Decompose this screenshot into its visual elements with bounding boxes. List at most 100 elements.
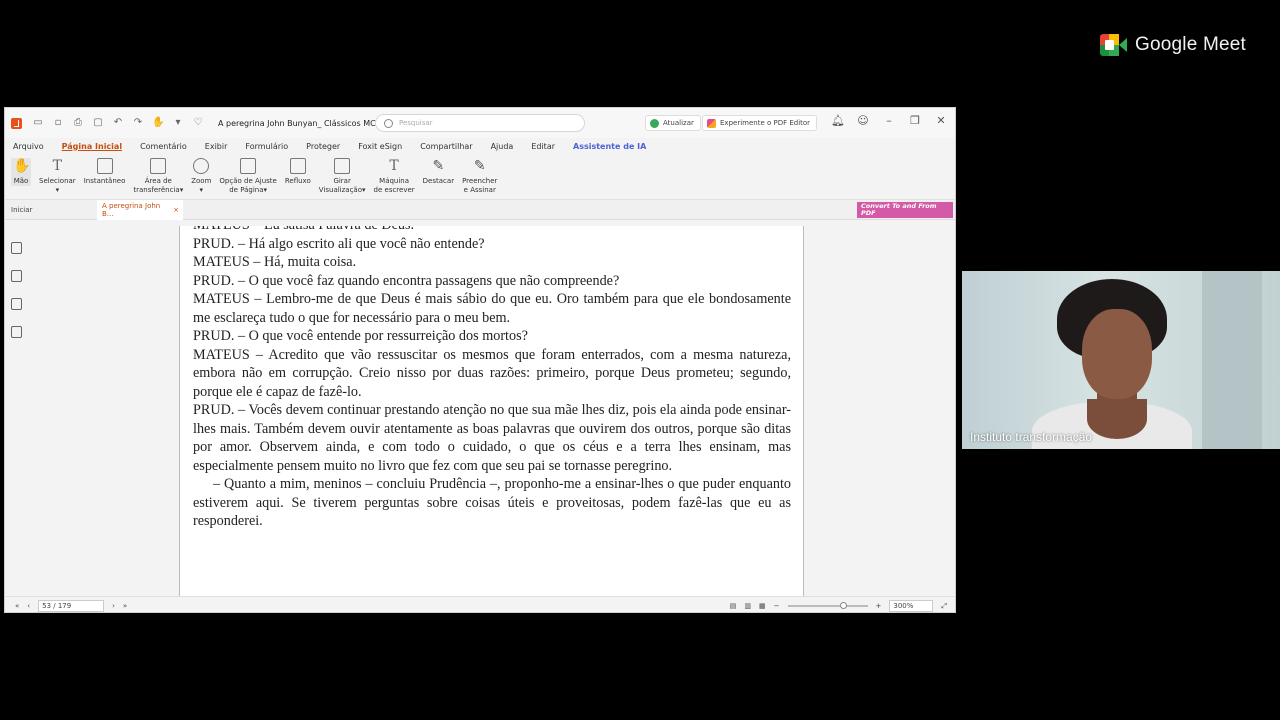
last-page-icon[interactable]: »	[123, 602, 127, 610]
tab-document[interactable]: A peregrina John B... ×	[97, 199, 183, 220]
page-paragraph: PRUD. – O que você faz quando encontra p…	[193, 272, 620, 289]
convert-pdf-banner[interactable]: Convert To and From PDF	[857, 202, 953, 218]
snapshot-icon	[96, 158, 113, 174]
account-icon[interactable]: ☺	[857, 114, 869, 127]
comment-icon[interactable]	[11, 298, 22, 310]
snapshot-button[interactable]: Instantâneo	[84, 158, 125, 186]
tool-label: Girar	[333, 177, 351, 185]
pages-icon[interactable]	[11, 270, 22, 282]
ribbon-toolbar: ✋ Mão T Selecionar ▾ Instantâneo Área de tra…	[5, 154, 955, 200]
page-paragraph: MATEUS – Há, muita coisa.	[193, 254, 357, 270]
page-number-input[interactable]: 53 / 179	[38, 599, 105, 612]
menu-formulario[interactable]: Formulário	[245, 142, 288, 151]
menu-pagina-inicial[interactable]: Página Inicial	[62, 142, 122, 151]
meet-icon	[1100, 34, 1127, 56]
typewriter-button[interactable]: T Máquina de escrever	[374, 158, 415, 195]
close-icon[interactable]: ✕	[935, 114, 947, 127]
tool-label: Área de	[144, 177, 172, 185]
open-folder-icon[interactable]: ▭	[32, 117, 44, 129]
document-area: MATEUS – Eu satisa Palavra de Deus. PRUD…	[5, 226, 955, 596]
rotate-view-button[interactable]: Girar Visualização▾	[319, 158, 366, 195]
pdf-editor-icon	[707, 118, 716, 128]
menu-bar: Arquivo Página Inicial Comentário Exibir…	[5, 138, 955, 154]
zoom-slider[interactable]	[787, 602, 868, 609]
page-paragraph: MATEUS – Lembro-me de que Deus é mais sá…	[193, 291, 791, 326]
tool-label: Zoom	[191, 177, 212, 185]
menu-exibir[interactable]: Exibir	[205, 142, 228, 151]
search-input[interactable]: Pesquisar	[375, 114, 585, 132]
zoom-level-input[interactable]: 300%	[889, 600, 934, 612]
redo-icon[interactable]: ↷	[132, 117, 144, 129]
status-bar: « ‹ 53 / 179 › » ▤ ▥ ▦ − + 300% ⤢	[5, 596, 955, 612]
rotate-icon	[334, 158, 351, 174]
hand-icon: ✋	[13, 158, 31, 174]
bookmark-icon[interactable]	[11, 242, 22, 254]
scan-icon[interactable]: ▢	[92, 117, 104, 129]
zoom-in-icon[interactable]: +	[876, 602, 882, 610]
tool-label-2: e Assinar	[463, 186, 496, 194]
bell-icon[interactable]: 🔔︎	[831, 114, 845, 127]
quick-access-dropdown-icon[interactable]: ▾	[172, 117, 184, 129]
update-icon	[650, 118, 659, 128]
menu-compartilhar[interactable]: Compartilhar	[420, 142, 472, 151]
hand-tool-button[interactable]: ✋ Mão	[11, 158, 31, 186]
facing-page-icon[interactable]: ▦	[759, 602, 766, 610]
tool-label: Refluxo	[284, 177, 311, 185]
menu-ajuda[interactable]: Ajuda	[491, 142, 514, 151]
fill-sign-button[interactable]: ✎ Preencher e Assinar	[462, 158, 497, 195]
menu-proteger[interactable]: Proteger	[306, 142, 340, 151]
page-cut-line: MATEUS – Eu satisa Palavra de Deus.	[193, 226, 791, 235]
tab-iniciar[interactable]: Iniciar	[5, 206, 97, 214]
save-icon[interactable]: ▫	[52, 117, 64, 129]
highlight-button[interactable]: ✎ Destacar	[423, 158, 454, 186]
tool-label-2: de Página▾	[229, 186, 268, 194]
zoom-slider-knob[interactable]	[839, 602, 847, 609]
tool-label: Selecionar	[39, 177, 76, 185]
undo-icon[interactable]: ↶	[112, 117, 124, 129]
attachment-icon[interactable]	[11, 326, 22, 338]
next-page-icon[interactable]: ›	[112, 602, 115, 610]
update-label: Atualizar	[663, 119, 694, 127]
pdf-page: MATEUS – Eu satisa Palavra de Deus. PRUD…	[179, 226, 804, 596]
menu-foxit-esign[interactable]: Foxit eSign	[358, 142, 402, 151]
meet-stage: Google Meet ▭ ▫ ⎙ ▢ ↶ ↷ ✋ ▾ ♡ A peregrin…	[0, 0, 1280, 720]
page-fit-button[interactable]: Opção de Ajuste de Página▾	[219, 158, 277, 195]
google-meet-logo: Google Meet	[1100, 34, 1246, 56]
fullscreen-icon[interactable]: ⤢	[941, 602, 947, 611]
try-pdf-editor-button[interactable]: Experimente o PDF Editor	[702, 115, 818, 131]
first-page-icon[interactable]: «	[15, 602, 19, 610]
menu-assistente-ia[interactable]: Assistente de IA	[573, 142, 646, 151]
tab-close-icon[interactable]: ×	[173, 206, 179, 214]
tool-label: Máquina	[379, 177, 410, 185]
hand-tool-icon[interactable]: ✋	[152, 117, 164, 129]
pdf-reader-window: ▭ ▫ ⎙ ▢ ↶ ↷ ✋ ▾ ♡ A peregrina John Bunya…	[4, 107, 956, 613]
reflow-button[interactable]: Refluxo	[285, 158, 311, 186]
minimize-icon[interactable]: –	[883, 114, 895, 127]
document-title: A peregrina John Bunyan_ Clássicos MC.pd…	[218, 118, 392, 128]
page-fit-icon	[240, 158, 257, 174]
update-button[interactable]: Atualizar	[645, 115, 701, 131]
prev-page-icon[interactable]: ‹	[27, 602, 30, 610]
select-tool-button[interactable]: T Selecionar ▾	[39, 158, 76, 195]
menu-comentario[interactable]: Comentário	[140, 142, 187, 151]
zoom-button[interactable]: Zoom ▾	[191, 158, 211, 195]
participant-video-tile[interactable]: Instituto transformação	[962, 271, 1280, 449]
zoom-icon	[193, 158, 210, 174]
print-icon[interactable]: ⎙	[72, 117, 84, 129]
page-paragraph: PRUD. – Vocês devem continuar prestando …	[193, 402, 791, 474]
menu-editar[interactable]: Editar	[531, 142, 555, 151]
try-pdf-editor-label: Experimente o PDF Editor	[720, 119, 811, 127]
zoom-out-icon[interactable]: −	[774, 602, 780, 610]
single-page-icon[interactable]: ▤	[730, 602, 737, 610]
typewriter-icon: T	[389, 158, 399, 174]
clipboard-button[interactable]: Área de transferência▾	[133, 158, 183, 195]
tool-label: Preencher	[462, 177, 498, 185]
continuous-page-icon[interactable]: ▥	[744, 602, 751, 610]
restore-icon[interactable]: ❐	[909, 114, 921, 127]
tool-label-2: de escrever	[373, 186, 415, 194]
menu-arquivo[interactable]: Arquivo	[13, 142, 44, 151]
heart-icon[interactable]: ♡	[192, 117, 204, 129]
clipboard-icon	[150, 158, 167, 174]
tool-label: Destacar	[422, 177, 455, 185]
page-paragraph: PRUD. – O que você entende por ressurrei…	[193, 328, 528, 344]
